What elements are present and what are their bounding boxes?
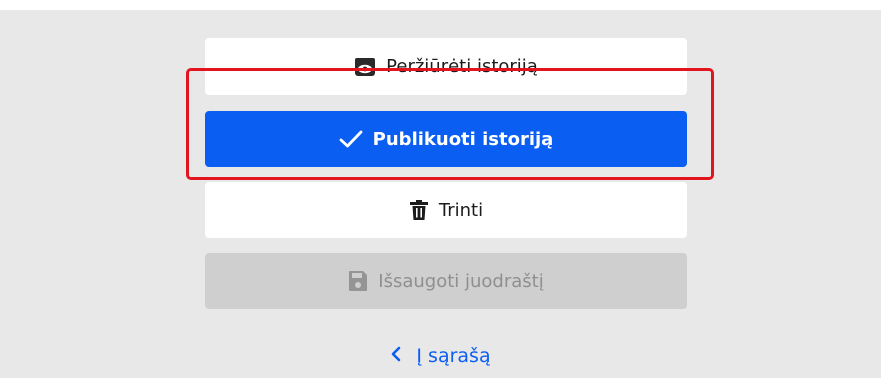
preview-story-button[interactable]: Peržiūrėti istoriją [205,38,687,95]
chevron-left-icon [390,345,402,368]
preview-story-label: Peržiūrėti istoriją [386,56,538,77]
back-to-list-link[interactable]: Į sąrašą [0,340,881,372]
trash-icon [409,199,429,221]
checkmark-icon [339,129,363,149]
delete-label: Trinti [438,199,484,221]
back-to-list-label: Į sąrašą [416,345,491,367]
eye-icon [354,57,376,77]
save-draft-label: Išsaugoti juodraštį [378,270,544,292]
action-panel: Peržiūrėti istoriją Publikuoti istoriją … [0,10,881,378]
save-draft-button[interactable]: Išsaugoti juodraštį [205,253,687,309]
publish-story-label: Publikuoti istoriją [372,128,554,150]
floppy-disk-icon [348,270,368,292]
delete-button[interactable]: Trinti [205,182,687,238]
publish-story-button[interactable]: Publikuoti istoriją [205,111,687,167]
